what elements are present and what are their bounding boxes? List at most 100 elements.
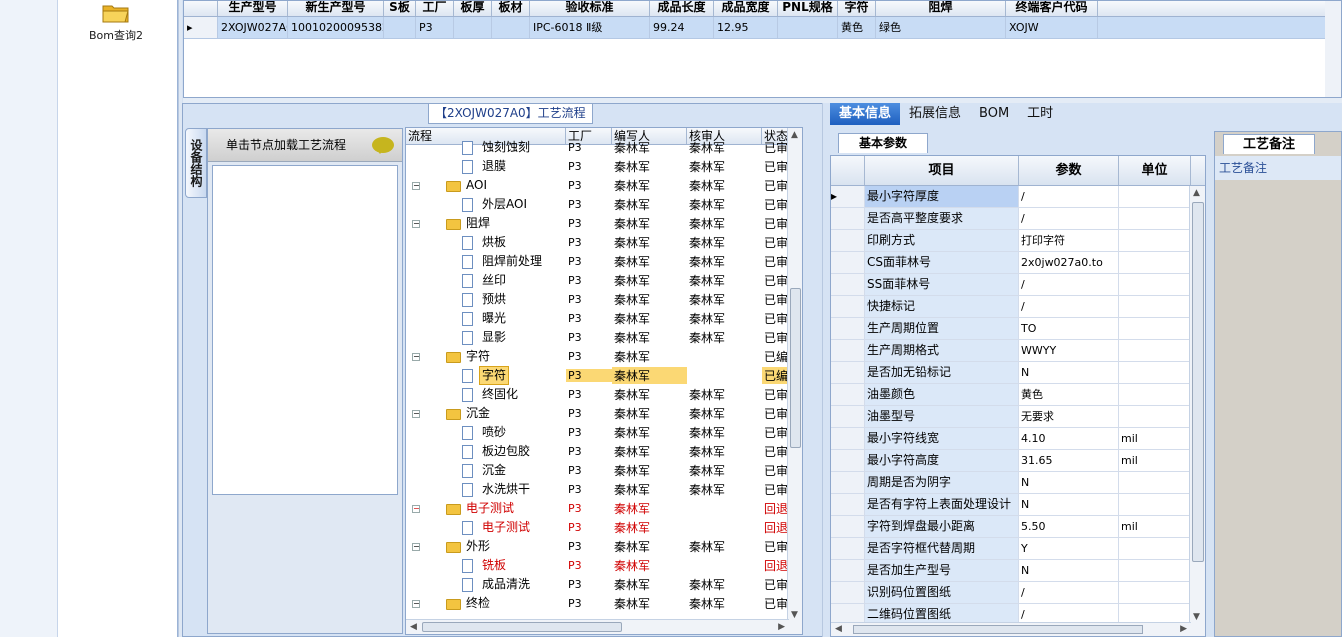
- tree-node-label[interactable]: 喷砂: [480, 424, 508, 441]
- param-value[interactable]: 无要求: [1019, 406, 1119, 427]
- scroll-up-icon[interactable]: ▲: [791, 130, 798, 140]
- tree-row[interactable]: 喷砂 P3 秦林军 秦林军 已审核: [406, 423, 802, 442]
- tree-row[interactable]: 显影 P3 秦林军 秦林军 已审核: [406, 328, 802, 347]
- row-selector[interactable]: [831, 406, 865, 427]
- tree-node[interactable]: 烘板: [406, 233, 566, 252]
- tree-horizontal-scrollbar[interactable]: ◀ ▶: [406, 619, 789, 634]
- cell-factory[interactable]: P3: [566, 179, 612, 192]
- tree-row[interactable]: − AOI P3 秦林军 秦林军 已审核: [406, 176, 802, 195]
- param-value[interactable]: 黄色: [1019, 384, 1119, 405]
- cell-editor[interactable]: 秦林军: [612, 500, 687, 517]
- cell-factory[interactable]: P3: [566, 502, 612, 515]
- tree-node-label[interactable]: 曝光: [480, 310, 508, 327]
- cell-factory[interactable]: P3: [566, 540, 612, 553]
- remark-splitter[interactable]: [1206, 125, 1214, 637]
- param-value[interactable]: N: [1019, 560, 1119, 581]
- cell[interactable]: 绿色: [876, 17, 1006, 38]
- table-row[interactable]: 生产周期格式 WWYY: [831, 340, 1205, 362]
- tab-process-remark[interactable]: 工艺备注: [1223, 134, 1315, 154]
- table-row[interactable]: ▸ 2XOJW027A0 10010200095382 P3 IPC-6018 …: [184, 17, 1341, 39]
- tab-basic-info[interactable]: 基本信息: [830, 103, 901, 125]
- table-row[interactable]: 生产周期位置 TO: [831, 318, 1205, 340]
- table-row[interactable]: SS面菲林号 /: [831, 274, 1205, 296]
- tree-node-label[interactable]: 字符: [478, 366, 510, 385]
- param-item[interactable]: 生产周期位置: [865, 318, 1019, 339]
- tree-row[interactable]: − 沉金 P3 秦林军 秦林军 已审核: [406, 404, 802, 423]
- cell-reviewer[interactable]: 秦林军: [687, 177, 762, 194]
- tree-row[interactable]: 外层AOI P3 秦林军 秦林军 已审核: [406, 195, 802, 214]
- param-item[interactable]: 生产周期格式: [865, 340, 1019, 361]
- tree-node[interactable]: 板边包胶: [406, 442, 566, 461]
- cell[interactable]: [778, 17, 838, 38]
- tab-equipment-structure[interactable]: 设备结构: [185, 128, 207, 198]
- table-row[interactable]: 油墨型号 无要求: [831, 406, 1205, 428]
- row-selector[interactable]: [831, 494, 865, 515]
- cell-factory[interactable]: P3: [566, 198, 612, 211]
- param-unit[interactable]: [1119, 230, 1191, 251]
- param-unit[interactable]: [1119, 494, 1191, 515]
- col-header[interactable]: 工厂: [416, 1, 454, 16]
- cell-reviewer[interactable]: 秦林军: [687, 576, 762, 593]
- tree-node-label[interactable]: 终检: [464, 595, 492, 610]
- col-header[interactable]: 板材: [492, 1, 530, 16]
- tree-node[interactable]: − 终检: [406, 594, 566, 610]
- col-header[interactable]: 阻焊: [876, 1, 1006, 16]
- row-selector[interactable]: [831, 296, 865, 317]
- cell-factory[interactable]: P3: [566, 160, 612, 173]
- cell-factory[interactable]: P3: [566, 350, 612, 363]
- table-row[interactable]: 识别码位置图纸 /: [831, 582, 1205, 604]
- cell-factory[interactable]: P3: [566, 141, 612, 154]
- row-selector[interactable]: [831, 428, 865, 449]
- tree-node-label[interactable]: 蚀刻蚀刻: [480, 139, 532, 156]
- tree-node-label[interactable]: 外层AOI: [480, 196, 529, 213]
- cell-editor[interactable]: 秦林军: [612, 481, 687, 498]
- table-row[interactable]: 最小字符高度 31.65 mil: [831, 450, 1205, 472]
- tree-node-label[interactable]: 阻焊前处理: [480, 253, 544, 270]
- cell-reviewer[interactable]: 秦林军: [687, 310, 762, 327]
- tree-row[interactable]: 曝光 P3 秦林军 秦林军 已审核: [406, 309, 802, 328]
- cell-editor[interactable]: 秦林军: [612, 310, 687, 327]
- tree-row[interactable]: 水洗烘干 P3 秦林军 秦林军 已审核: [406, 480, 802, 499]
- tree-node-label[interactable]: 显影: [480, 329, 508, 346]
- tree-node[interactable]: 预烘: [406, 290, 566, 309]
- param-unit[interactable]: [1119, 296, 1191, 317]
- cell[interactable]: IPC-6018 Ⅱ级: [530, 17, 650, 38]
- cell-factory[interactable]: P3: [566, 578, 612, 591]
- tree-row[interactable]: 烘板 P3 秦林军 秦林军 已审核: [406, 233, 802, 252]
- cell-factory[interactable]: P3: [566, 388, 612, 401]
- table-row[interactable]: 是否字符框代替周期 Y: [831, 538, 1205, 560]
- table-row[interactable]: 是否加生产型号 N: [831, 560, 1205, 582]
- product-grid-scrollbar[interactable]: [1325, 1, 1341, 97]
- bom-query-nav-item[interactable]: Bom查询2: [80, 0, 152, 43]
- param-unit[interactable]: [1119, 274, 1191, 295]
- cell-reviewer[interactable]: 秦林军: [687, 329, 762, 346]
- tree-node-label[interactable]: 电子测试: [464, 500, 516, 517]
- tree-row[interactable]: 丝印 P3 秦林军 秦林军 已审核: [406, 271, 802, 290]
- tree-row[interactable]: 退膜 P3 秦林军 秦林军 已审核: [406, 157, 802, 176]
- cell-reviewer[interactable]: 秦林军: [687, 462, 762, 479]
- cell-editor[interactable]: 秦林军: [612, 367, 687, 384]
- table-row[interactable]: 是否有字符上表面处理设计 N: [831, 494, 1205, 516]
- tree-node[interactable]: 外层AOI: [406, 195, 566, 214]
- scroll-thumb[interactable]: [790, 288, 801, 448]
- table-row[interactable]: 印刷方式 打印字符: [831, 230, 1205, 252]
- scroll-left-icon[interactable]: ◀: [835, 624, 842, 634]
- tree-row[interactable]: − 终检 P3 秦林军 秦林军 已审核: [406, 594, 802, 610]
- col-header[interactable]: 新生产型号: [288, 1, 384, 16]
- cell-editor[interactable]: 秦林军: [612, 234, 687, 251]
- tree-node-label[interactable]: 预烘: [480, 291, 508, 308]
- cell-factory[interactable]: P3: [566, 597, 612, 610]
- tree-node-label[interactable]: 外形: [464, 538, 492, 555]
- col-header[interactable]: 板厚: [454, 1, 492, 16]
- cell-editor[interactable]: 秦林军: [612, 557, 687, 574]
- cell-reviewer[interactable]: 秦林军: [687, 405, 762, 422]
- tree-row[interactable]: 阻焊前处理 P3 秦林军 秦林军 已审核: [406, 252, 802, 271]
- tree-node[interactable]: 显影: [406, 328, 566, 347]
- param-vertical-scrollbar[interactable]: ▲ ▼: [1189, 186, 1205, 636]
- param-item[interactable]: 印刷方式: [865, 230, 1019, 251]
- param-value[interactable]: /: [1019, 296, 1119, 317]
- cell-reviewer[interactable]: 秦林军: [687, 253, 762, 270]
- param-unit[interactable]: [1119, 252, 1191, 273]
- cell-factory[interactable]: P3: [566, 559, 612, 572]
- cell-reviewer[interactable]: 秦林军: [687, 196, 762, 213]
